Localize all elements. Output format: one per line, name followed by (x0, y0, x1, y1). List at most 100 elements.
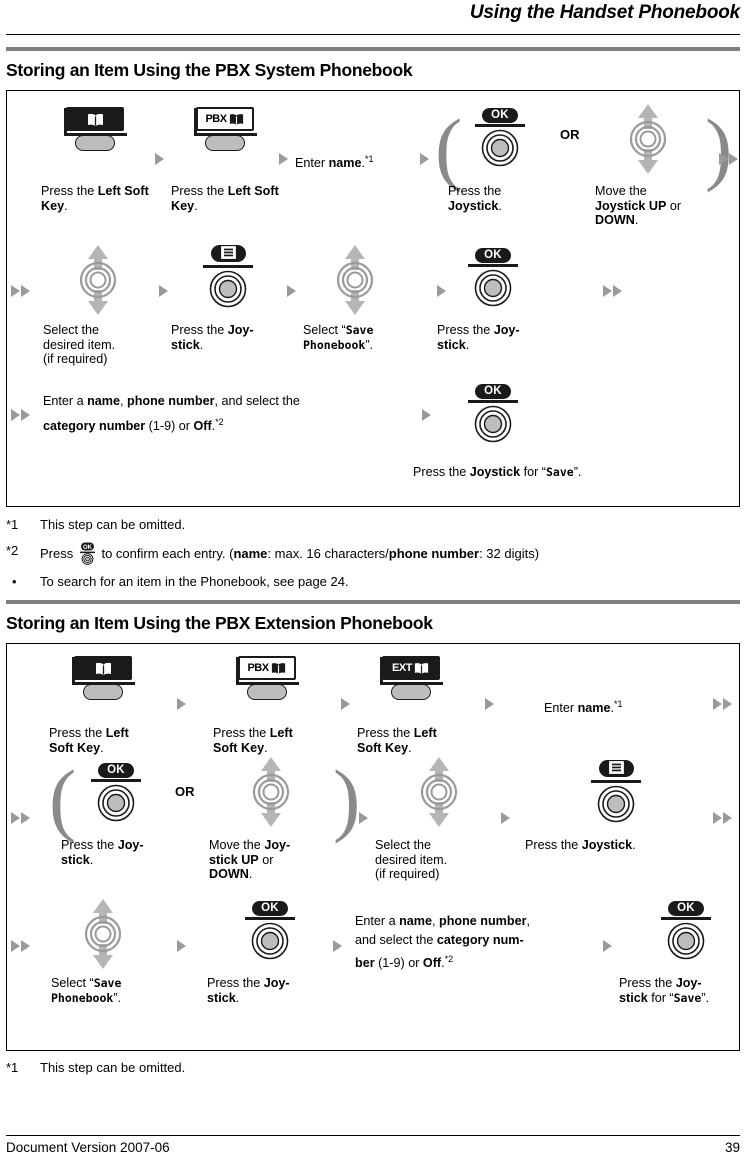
footnote-bold-1: name (233, 546, 268, 561)
step-pbx-soft-key[interactable]: PBX (189, 107, 261, 151)
step-press-joystick-menu[interactable] (585, 760, 647, 823)
flow-arrow-double (719, 153, 741, 166)
caption-text: Press the (49, 726, 106, 740)
caption-bold-2: stick (207, 990, 236, 1005)
soft-key-button[interactable] (247, 684, 287, 700)
badge-underline (468, 400, 518, 403)
section-2-rule (6, 600, 740, 604)
soft-key-button[interactable] (75, 135, 115, 151)
footnote-2: *2 Press OK to confirm each entry. (name… (6, 542, 740, 565)
caption-line-1: Select the (43, 323, 100, 337)
joystick-icon[interactable] (474, 269, 512, 307)
step-select-item[interactable] (413, 756, 465, 833)
caption-bold-category: category number (43, 419, 146, 434)
caption-text: Press the (41, 184, 98, 198)
caption-bold-off: Off (193, 419, 212, 434)
bullet-mark: • (12, 574, 17, 589)
caption-line-1: Select the (375, 838, 432, 852)
joystick-icon[interactable] (481, 129, 519, 167)
step-press-joystick-save[interactable]: OK (462, 381, 524, 443)
caption-text: Press the (619, 976, 676, 990)
soft-key-button[interactable] (391, 684, 431, 700)
soft-key-button[interactable] (205, 135, 245, 151)
caption-text: Press the (61, 838, 118, 852)
step-select-save-phonebook[interactable] (329, 244, 381, 321)
caption-text: Press the (525, 838, 582, 852)
section-1-heading: Storing an Item Using the PBX System Pho… (6, 60, 413, 80)
step-select-save-phonebook[interactable] (77, 898, 129, 975)
step-phonebook-soft-key[interactable] (59, 107, 131, 151)
step-1-caption: Press the Left Soft Key. (41, 184, 161, 213)
step-press-joystick-menu[interactable] (197, 245, 259, 308)
step-1-caption: Press the Left Soft Key. (49, 726, 129, 755)
footnote-text-mid: to confirm each entry. ( (97, 546, 234, 561)
step-press-joystick-ok-2[interactable]: OK (239, 898, 301, 960)
joystick-icon[interactable] (251, 922, 289, 960)
flow-arrow-double (713, 698, 735, 711)
joystick-icon[interactable] (209, 270, 247, 308)
pbx-icon-label: PBX (247, 662, 269, 674)
select-save-caption: Select “Save Phonebook”. (51, 976, 191, 1005)
pbx-icon-label: PBX (205, 113, 227, 125)
step-press-joystick-ok[interactable]: OK (85, 760, 147, 822)
step-phonebook-soft-key[interactable] (67, 656, 139, 700)
badge-underline (91, 779, 141, 782)
caption-bold-2: stick UP (209, 852, 259, 867)
flow-arrow-double (11, 940, 33, 953)
joystick-icon[interactable] (97, 784, 135, 822)
badge-underline (591, 780, 641, 783)
caption-conj: or (258, 852, 274, 867)
step-move-joystick[interactable] (622, 103, 674, 180)
footnote-ref: *2 (215, 417, 224, 427)
open-book-glyph (95, 662, 111, 675)
caption-bold-2: stick (171, 337, 200, 352)
joystick-up-down-icon (79, 245, 117, 315)
caption-text: Press the (448, 184, 502, 198)
footnote-text-pre: Press (40, 546, 77, 561)
page-number: 39 (724, 1140, 740, 1155)
menu-item-phonebook: Phonebook (51, 990, 114, 1005)
caption-close: ”. (365, 337, 374, 352)
section-2-heading: Storing an Item Using the PBX Extension … (6, 613, 433, 633)
phonebook-icon (74, 656, 132, 680)
open-book-glyph (87, 113, 103, 126)
joystick-icon[interactable] (597, 785, 635, 823)
joystick-icon[interactable] (667, 922, 705, 960)
footer-divider (6, 1135, 740, 1136)
step-press-joystick-ok[interactable]: OK (469, 105, 531, 167)
caption-bold-off: Off (422, 956, 442, 971)
caption-for: for “ (520, 465, 546, 479)
move-joystick-caption: Move the Joystick UP or DOWN. (595, 184, 682, 227)
step-press-joystick-save[interactable]: OK (655, 898, 717, 960)
step-pbx-soft-key[interactable]: PBX (231, 656, 303, 700)
step-move-joystick[interactable] (245, 756, 297, 833)
flow-row-1: Press the Left Soft Key. PBX Press the L… (7, 97, 739, 247)
step-select-item[interactable] (72, 244, 124, 321)
footnote-text-2: : 32 digits) (479, 546, 540, 561)
caption-bold-1: Joy- (263, 976, 290, 990)
flow-arrow-double (11, 409, 33, 422)
flow-arrow (422, 409, 431, 421)
flow-arrow (420, 153, 429, 165)
soft-key-button[interactable] (83, 684, 123, 700)
group-paren-open: ( (435, 102, 463, 193)
page-footer: Document Version 2007-06 39 (6, 1135, 740, 1155)
or-label: OR (560, 127, 580, 142)
ok-badge: OK (98, 763, 134, 778)
flow-arrow (177, 940, 186, 952)
page: Using the Handset Phonebook Storing an I… (0, 0, 746, 1163)
badge-underline (468, 264, 518, 267)
section-1-notes: *1 This step can be omitted. *2 Press OK… (6, 516, 740, 590)
caption-line-2: desired item. (375, 852, 448, 867)
flow-arrow (603, 940, 612, 952)
header-divider (6, 34, 740, 35)
footnote-bold-2: phone number (388, 546, 480, 561)
caption-conj: or (666, 198, 682, 213)
phonebook-icon (66, 107, 124, 131)
step-press-joystick-ok-2[interactable]: OK (462, 245, 524, 307)
caption-bold-1: Joy- (117, 838, 144, 852)
step-ext-soft-key[interactable]: EXT (375, 656, 447, 700)
joystick-icon[interactable] (474, 405, 512, 443)
footnote-mark: *1 (6, 517, 19, 532)
menu-item-phonebook: Phonebook (303, 337, 366, 352)
